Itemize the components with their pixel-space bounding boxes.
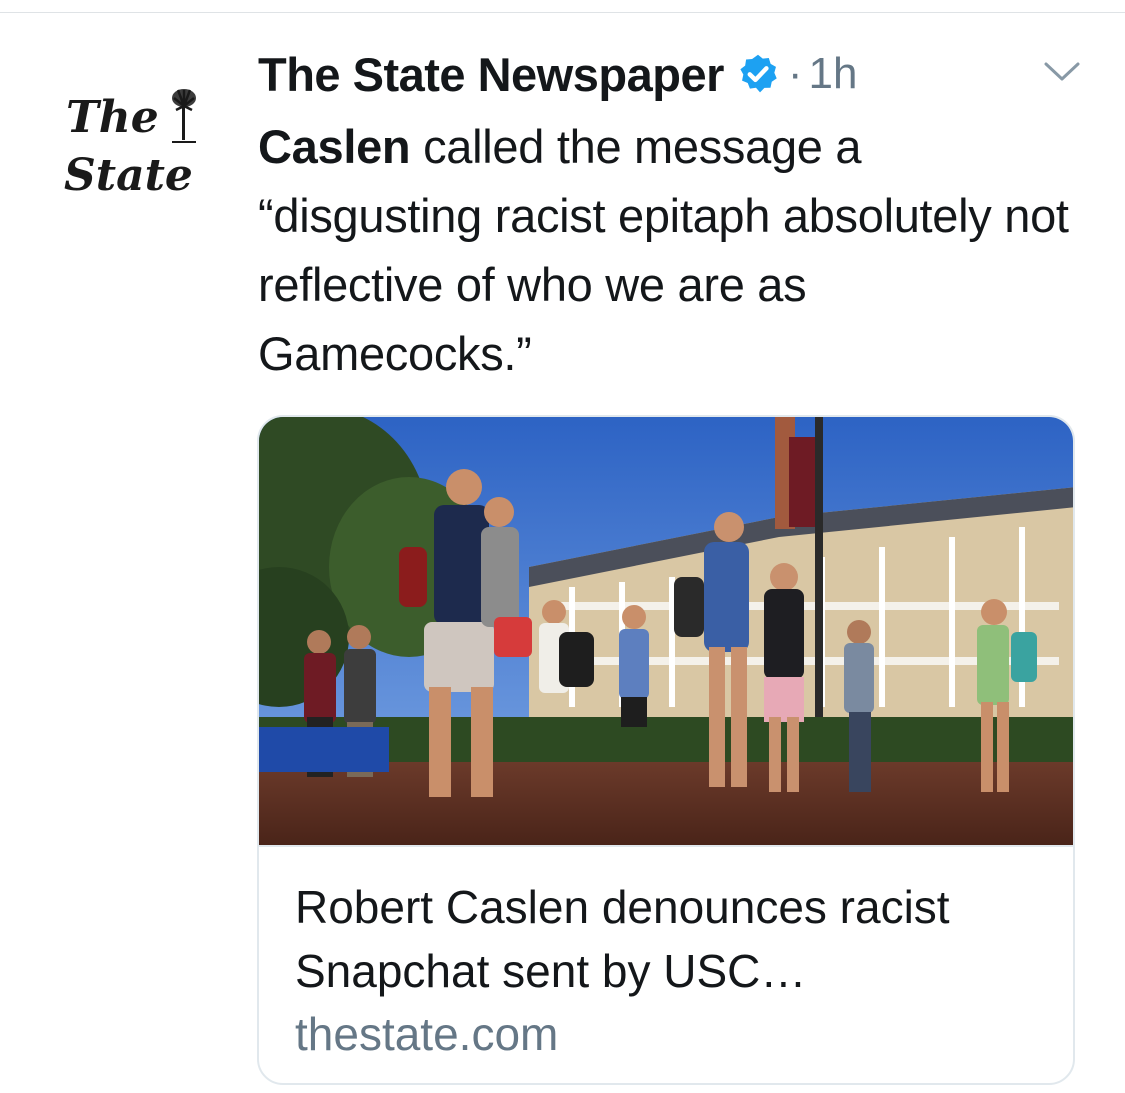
verified-badge-icon <box>740 54 777 93</box>
the-state-logo: The State <box>64 89 196 201</box>
avatar[interactable]: The State <box>62 80 212 210</box>
tweet-text: Caslen called the message a “disgusting … <box>258 112 1078 388</box>
palmetto-tree-icon <box>172 89 196 143</box>
link-card[interactable]: Robert Caslen denounces racist Snapchat … <box>257 415 1075 1085</box>
chevron-down-icon[interactable] <box>1042 58 1082 86</box>
header-separator: · <box>787 49 803 98</box>
tweet-timestamp[interactable]: 1h <box>809 49 858 99</box>
logo-word-state: State <box>64 150 193 201</box>
tweet-text-bold: Caslen <box>258 120 411 173</box>
card-image[interactable] <box>259 417 1073 847</box>
card-title[interactable]: Robert Caslen denounces racist Snapchat … <box>295 875 1055 1003</box>
tweet-header: The State Newspaper · 1h <box>258 44 857 104</box>
author-name[interactable]: The State Newspaper <box>258 47 724 102</box>
logo-word-the: The <box>66 92 159 143</box>
top-divider <box>0 12 1125 13</box>
card-domain[interactable]: thestate.com <box>295 1009 558 1059</box>
campus-students-photo <box>259 417 1073 845</box>
